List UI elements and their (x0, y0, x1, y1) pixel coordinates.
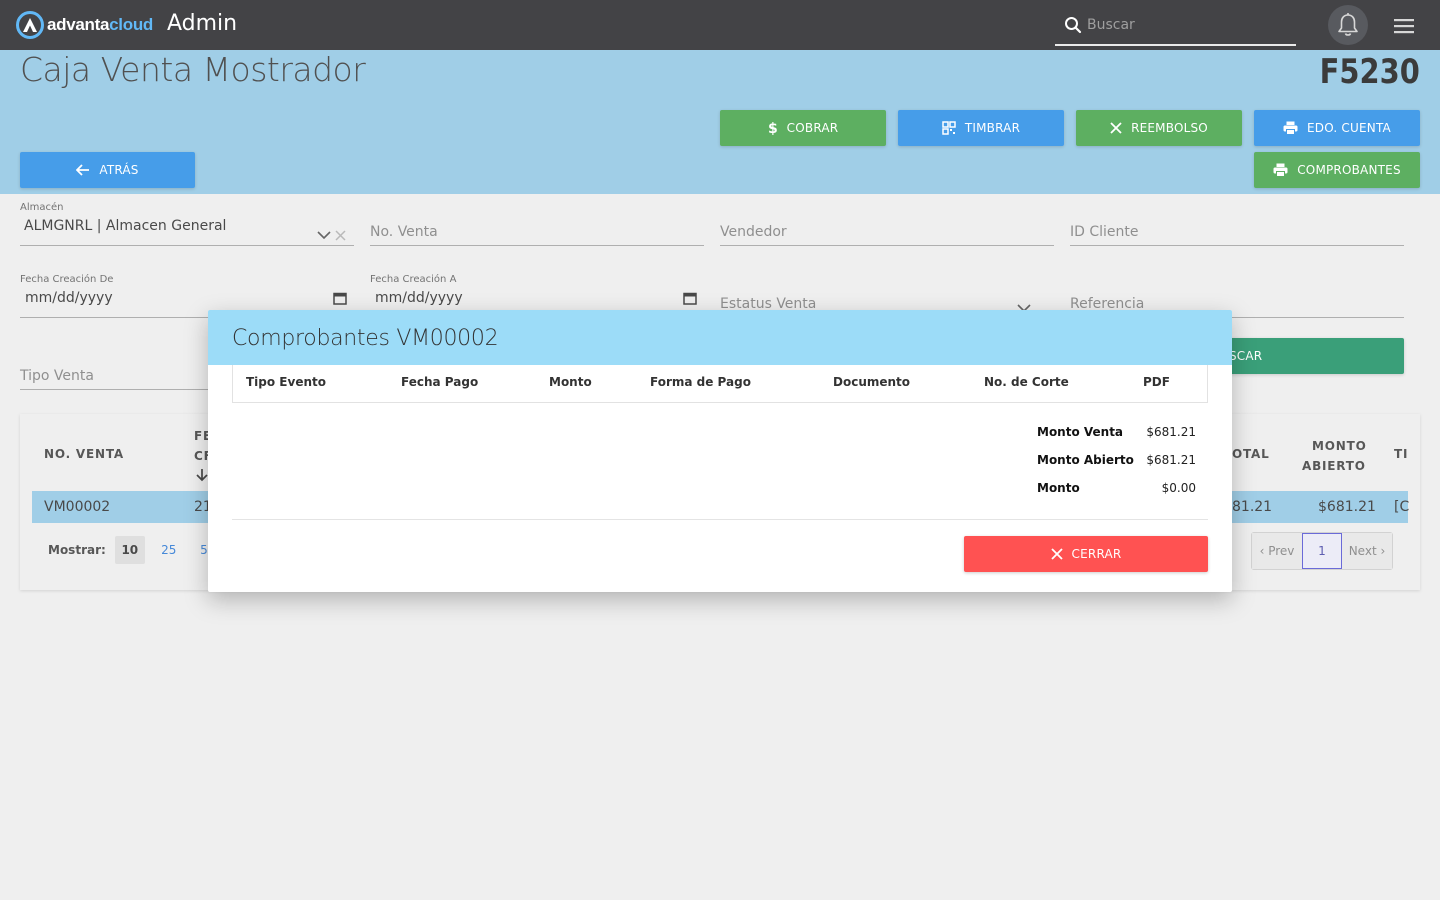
summary-label-monto-abierto: Monto Abierto (1037, 453, 1134, 467)
summary-value-monto: $0.00 (1161, 481, 1196, 495)
summary-value-monto-abierto: $681.21 (1146, 453, 1196, 467)
comprobantes-modal: Comprobantes VM00002 Tipo Evento Fecha P… (208, 310, 1232, 592)
modal-title: Comprobantes VM00002 (232, 326, 499, 351)
comprobantes-table-header: Tipo Evento Fecha Pago Monto Forma de Pa… (232, 365, 1208, 403)
col-header-forma-de-pago[interactable]: Forma de Pago (650, 375, 751, 389)
col-header-tipo-evento[interactable]: Tipo Evento (246, 375, 326, 389)
col-header-no-de-corte[interactable]: No. de Corte (984, 375, 1069, 389)
modal-header: Comprobantes VM00002 (208, 310, 1232, 365)
modal-divider (232, 519, 1208, 520)
summary-label-monto-venta: Monto Venta (1037, 425, 1124, 439)
col-header-pdf[interactable]: PDF (1143, 375, 1170, 389)
close-icon (1050, 548, 1063, 560)
col-header-documento[interactable]: Documento (833, 375, 910, 389)
col-header-fecha-pago[interactable]: Fecha Pago (401, 375, 478, 389)
cerrar-label: CERRAR (1071, 547, 1122, 561)
cerrar-button[interactable]: CERRAR (964, 536, 1208, 572)
summary-label-monto: Monto (1037, 481, 1080, 495)
col-header-monto[interactable]: Monto (549, 375, 592, 389)
summary-value-monto-venta: $681.21 (1146, 425, 1196, 439)
